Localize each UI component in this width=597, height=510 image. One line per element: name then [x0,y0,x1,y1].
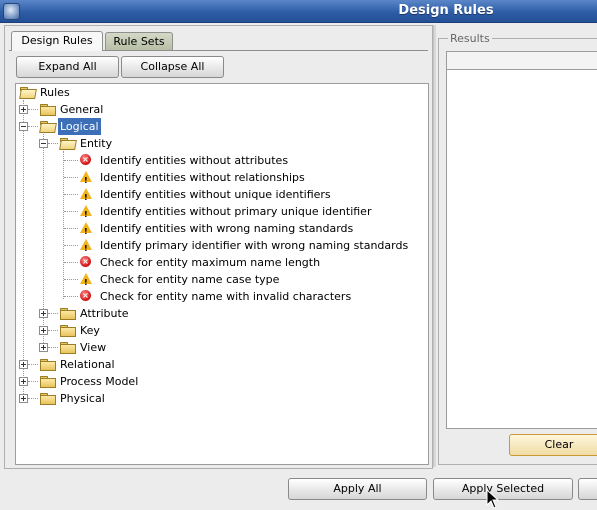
folder-icon [40,393,56,405]
split-divider[interactable] [433,25,436,467]
rules-tree[interactable]: Rules General Logical Entity × Identify … [15,83,429,465]
rule-label: Identify entities without primary unique… [100,205,372,218]
tree-node-label: View [80,341,107,354]
rule-label: Check for entity maximum name length [100,256,321,269]
tree-node-label: Process Model [60,375,139,388]
tab-rule-sets[interactable]: Rule Sets [105,32,173,50]
apply-all-button[interactable]: Apply All [288,478,427,500]
window-title: Design Rules [398,3,494,18]
collapse-all-button[interactable]: Collapse All [121,56,224,78]
app-icon[interactable] [3,3,20,20]
collapse-icon[interactable] [39,139,48,148]
tree-node-label: Physical [60,392,105,405]
expand-icon[interactable] [39,309,48,318]
folder-open-icon [20,87,36,98]
expand-icon[interactable] [19,105,28,114]
tree-node-label: Key [80,324,100,337]
partial-button[interactable] [578,478,597,500]
rule-label: Identify primary identifier with wrong n… [100,239,409,252]
warning-icon [80,273,92,291]
expand-icon[interactable] [19,377,28,386]
expand-icon[interactable] [19,394,28,403]
warning-icon [80,188,92,206]
tree-node-label: Logical [58,118,101,135]
warning-icon [80,205,92,223]
folder-icon [60,342,76,354]
rule-label: Identify entities with wrong naming stan… [100,222,354,235]
rule-label: Identify entities without attributes [100,154,289,167]
mouse-cursor-icon [486,489,500,509]
results-table[interactable] [446,51,597,429]
folder-open-icon [40,121,56,132]
folder-icon [40,359,56,371]
folder-icon [60,308,76,320]
tree-node-label: Rules [40,86,70,99]
title-bar: Design Rules [0,0,597,23]
folder-icon [60,325,76,337]
collapse-icon[interactable] [19,122,28,131]
rule-label: Identify entities without unique identif… [100,188,331,201]
tree-node-label: Entity [80,137,113,150]
folder-open-icon [60,138,76,149]
tab-design-rules[interactable]: Design Rules [11,31,103,51]
warning-icon [80,171,92,189]
rule-label: Check for entity name case type [100,273,280,286]
error-icon: × [80,290,91,301]
apply-selected-button[interactable]: Apply Selected [433,478,573,500]
tree-node-label: Relational [60,358,115,371]
rule-label: Identify entities without relationships [100,171,305,184]
results-legend: Results [448,32,492,45]
error-icon: × [80,154,91,165]
expand-icon[interactable] [39,326,48,335]
results-table-header [447,52,597,70]
error-icon: × [80,256,91,267]
expand-icon[interactable] [19,360,28,369]
folder-icon [40,104,56,116]
clear-button[interactable]: Clear [509,434,597,456]
rule-label: Check for entity name with invalid chara… [100,290,352,303]
tree-node-label: General [60,103,104,116]
expand-icon[interactable] [39,343,48,352]
tree-node-label: Attribute [80,307,129,320]
warning-icon [80,239,92,257]
rules-panel: Design Rules Rule Sets Expand All Collap… [4,25,433,469]
warning-icon [80,222,92,240]
folder-icon [40,376,56,388]
expand-all-button[interactable]: Expand All [16,56,119,78]
